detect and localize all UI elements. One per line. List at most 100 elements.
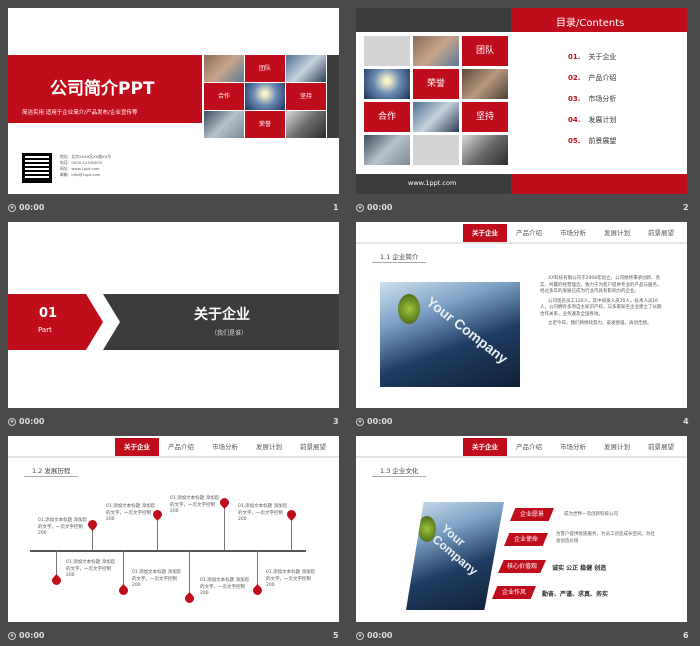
timeline-item: 01.添加文本标题 添加您的文字，一页文字控制200 — [170, 496, 220, 514]
section-heading: 1.3 企业文化 — [372, 464, 427, 477]
part-label: Part — [38, 326, 52, 334]
photo-building: Your Company — [406, 502, 504, 610]
slide-number: 1 — [333, 203, 339, 212]
qr-code-icon — [21, 152, 53, 184]
section-subtitle: （我们是谁） — [211, 330, 248, 337]
contents-title: 目录/Contents — [556, 18, 625, 29]
section-banner — [8, 294, 339, 350]
contents-item[interactable]: 01. 关于企业 — [568, 52, 616, 73]
slide-number: 2 — [683, 203, 689, 212]
slide-title: 公司简介PPT — [50, 79, 155, 99]
tab-plan[interactable]: 发展计划 — [595, 224, 639, 242]
tab-outlook[interactable]: 前景展望 — [291, 438, 335, 456]
tab-products[interactable]: 产品介绍 — [507, 224, 551, 242]
tab-products[interactable]: 产品介绍 — [159, 438, 203, 456]
nav-tabs: 关于企业 产品介绍 市场分析 发展计划 前景展望 — [463, 438, 683, 456]
culture-text: 为客户提供优质服务，为员工创造成长空间，为社会创造价值 — [556, 532, 655, 544]
contents-item[interactable]: 02. 产品介绍 — [568, 73, 616, 94]
tile-persist: 坚持 — [462, 102, 508, 132]
tab-market[interactable]: 市场分析 — [551, 438, 595, 456]
site-url: www.1ppt.com — [408, 179, 457, 187]
tab-products[interactable]: 产品介绍 — [507, 438, 551, 456]
slide-thumbnail-3[interactable]: 01 Part 关于企业 （我们是谁） — [8, 222, 339, 408]
timeline-item: 01.添加文本标题 添加您的文字，一页文字控制200 — [200, 578, 250, 596]
contents-item[interactable]: 05. 前景展望 — [568, 136, 616, 157]
slide-thumbnail-5[interactable]: 关于企业 产品介绍 市场分析 发展计划 前景展望 1.2 发展历程 01.添加文… — [8, 436, 339, 622]
timeline-marker — [86, 518, 99, 531]
slide-footer-5: ★ 00:00 — [8, 631, 45, 640]
slide-footer-2: ★ 00:00 — [356, 203, 393, 212]
section-heading: 1.2 发展历程 — [24, 464, 79, 477]
nav-rule — [8, 456, 339, 458]
intro-para: 立足今日，我们将继续努力，奋发图强，再创佳绩。 — [548, 321, 652, 326]
star-icon: ★ — [356, 417, 364, 426]
star-icon: ★ — [8, 631, 16, 640]
tab-plan[interactable]: 发展计划 — [247, 438, 291, 456]
photo-eagle — [286, 55, 326, 82]
slide-thumbnail-6[interactable]: 关于企业 产品介绍 市场分析 发展计划 前景展望 1.3 企业文化 Your C… — [356, 436, 687, 622]
star-icon: ★ — [356, 631, 364, 640]
timeline-item: 01.添加文本标题 添加您的文字，一页文字控制200 — [238, 504, 288, 522]
tab-outlook[interactable]: 前景展望 — [639, 438, 683, 456]
slide-thumbnail-1[interactable]: 公司简介PPT 简洁实用 适用于企业简介/产品发布/企业宣传等 团队 合作 坚持… — [8, 8, 339, 194]
placeholder-block — [413, 135, 459, 165]
timeline-marker — [218, 496, 231, 509]
tile-cooperation: 合作 — [364, 102, 410, 132]
intro-para: 公司现有员工120人，其中研发人员20人，技术人员16人，公司拥有多项自主知识产… — [540, 298, 662, 317]
timeline-item: 01.添加文本标题 添加您的文字，一页文字控制200 — [38, 518, 88, 536]
tab-about[interactable]: 关于企业 — [463, 438, 507, 456]
photo-eagle — [413, 102, 459, 132]
culture-label: 企业作风 — [492, 586, 536, 599]
nav-rule — [356, 242, 687, 244]
slide-thumbnail-4[interactable]: 关于企业 产品介绍 市场分析 发展计划 前景展望 1.1 企业简介 Your C… — [356, 222, 687, 408]
culture-label: 企业使命 — [504, 533, 548, 546]
photo-hands — [204, 55, 244, 82]
tile-persist: 坚持 — [286, 83, 326, 110]
nav-rule — [356, 456, 687, 458]
building-logo-text: Your Company — [429, 521, 481, 579]
photo-handshake — [204, 111, 244, 138]
photo-runner — [286, 111, 326, 138]
slide-number: 5 — [333, 631, 339, 640]
part-number: 01 — [39, 306, 58, 321]
slide-footer-4: ★ 00:00 — [356, 417, 393, 426]
photo-meeting — [462, 69, 508, 99]
tab-plan[interactable]: 发展计划 — [595, 438, 639, 456]
tile-team: 团队 — [245, 55, 285, 82]
tile-team: 团队 — [462, 36, 508, 66]
tab-market[interactable]: 市场分析 — [203, 438, 247, 456]
photo-handshake — [364, 135, 410, 165]
timeline-axis — [30, 550, 306, 552]
tab-about[interactable]: 关于企业 — [463, 224, 507, 242]
timeline-item: 01.添加文本标题 添加您的文字，一页文字控制200 — [266, 570, 316, 588]
contents-item[interactable]: 03. 市场分析 — [568, 94, 616, 115]
bottom-red-bar — [511, 174, 687, 194]
slide-thumbnail-2[interactable]: 目录/Contents 团队 荣誉 合作 坚持 www.1ppt.com 01.… — [356, 8, 687, 194]
tab-market[interactable]: 市场分析 — [551, 224, 595, 242]
tile-honor: 荣誉 — [245, 111, 285, 138]
slide-number: 4 — [683, 417, 689, 426]
section-title: 关于企业 — [194, 307, 250, 323]
tab-about[interactable]: 关于企业 — [115, 438, 159, 456]
timeline-marker — [183, 592, 196, 605]
tab-outlook[interactable]: 前景展望 — [639, 224, 683, 242]
culture-label: 核心价值观 — [498, 560, 546, 573]
timeline-item: 01.添加文本标题 添加您的文字，一页文字控制200 — [132, 570, 182, 588]
contents-list: 01. 关于企业 02. 产品介绍 03. 市场分析 04. 发展计划 05. 前景展望 — [568, 52, 616, 157]
photo-runner — [462, 135, 508, 165]
culture-text: 诚实 公正 稳健 创造 — [552, 565, 607, 572]
contents-item[interactable]: 04. 发展计划 — [568, 115, 616, 136]
culture-text: 成为世界一流创新科技公司 — [564, 512, 618, 517]
culture-label: 企业愿景 — [510, 508, 554, 521]
slide-footer-1: ★ 00:00 — [8, 203, 45, 212]
slide-number: 3 — [333, 417, 339, 426]
tile-cooperation: 合作 — [204, 83, 244, 110]
star-icon: ★ — [8, 203, 16, 212]
placeholder-block — [364, 36, 410, 66]
slide-subtitle: 简洁实用 适用于企业简介/产品发布/企业宣传等 — [22, 110, 138, 116]
timeline-marker — [50, 574, 63, 587]
top-dark-bar — [356, 8, 511, 32]
intro-paragraphs: XX科技有限公司于2008年创立，公司始终秉承创新、务实、共赢的经营理念，致力于… — [540, 276, 665, 328]
side-bar — [327, 55, 339, 138]
logo-leaf-icon — [398, 294, 420, 324]
